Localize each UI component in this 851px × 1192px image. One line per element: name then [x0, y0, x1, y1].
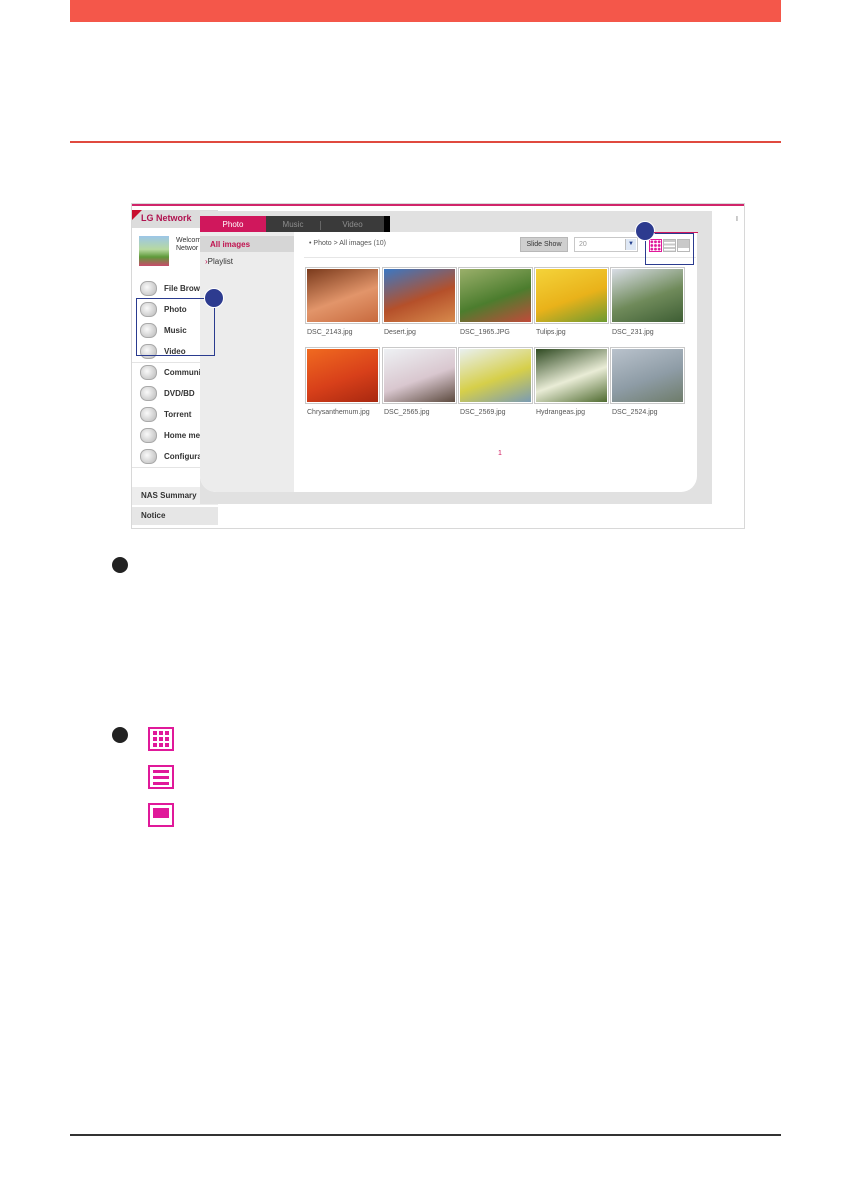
photo-caption: DSC_2565.jpg [384, 409, 430, 416]
photo-caption: DSC_1965.JPG [460, 329, 510, 336]
photo-image [384, 349, 455, 402]
bullet-1 [112, 557, 128, 573]
photo-caption: Chrysanthemum.jpg [307, 409, 370, 416]
title-rule [70, 141, 781, 143]
photo-image [536, 349, 607, 402]
photo-caption: Tulips.jpg [536, 329, 566, 336]
sidebar-item-all-images-label: All images [210, 240, 251, 249]
photo-thumbnail[interactable] [458, 347, 533, 404]
photo-caption: DSC_2143.jpg [307, 329, 353, 336]
callout-marker-2 [635, 221, 655, 241]
list-bar [153, 776, 169, 779]
grid-dot [159, 737, 163, 741]
grid-dot [165, 731, 169, 735]
nas-summary-label: NAS Summary [141, 491, 197, 500]
screenshot-top-line [132, 204, 744, 206]
single-view-symbol-wrap [148, 803, 174, 827]
photo-thumbnail[interactable] [534, 347, 609, 404]
grid-view-symbol [148, 727, 174, 751]
photo-caption: DSC_231.jpg [612, 329, 654, 336]
bullet-2 [112, 727, 128, 743]
photo-caption: DSC_2569.jpg [460, 409, 506, 416]
menu-item-label: Torrent [164, 410, 192, 419]
photo-image [460, 269, 531, 322]
sidebar-item-all-images[interactable]: All images [200, 236, 294, 252]
brand-logo-text: LG Network [141, 213, 192, 223]
play-disc-icon [140, 386, 157, 401]
page-number[interactable]: 1 [498, 450, 502, 457]
list-view-symbol [148, 765, 174, 789]
list-bar [153, 770, 169, 773]
content-divider [304, 257, 696, 258]
photo-image [536, 269, 607, 322]
photo-image [307, 349, 378, 402]
photo-image [460, 349, 531, 402]
gear-icon [140, 449, 157, 464]
grid-dot [153, 737, 157, 741]
chevron-down-icon: ▼ [625, 239, 636, 250]
slide-show-button[interactable]: Slide Show [520, 237, 568, 252]
thumbnail-view-icon [148, 727, 174, 751]
welcome-line-1: Welcom [176, 237, 202, 244]
per-page-value: 20 [579, 241, 587, 248]
callout-leader-line [654, 232, 698, 233]
folder-icon [140, 281, 157, 296]
webcam-icon [140, 428, 157, 443]
photo-image [384, 269, 455, 322]
grid-dot [153, 731, 157, 735]
community-icon [140, 365, 157, 380]
photo-caption: Desert.jpg [384, 329, 416, 336]
grid-dot [165, 743, 169, 747]
footer-rule [70, 1134, 781, 1136]
photo-panel: All images Playlist • Photo > All images… [200, 232, 697, 492]
menu-item-label: File Brow [164, 284, 201, 293]
grid-dot [159, 743, 163, 747]
callout-box-menu [136, 298, 215, 356]
right-edge-tag: I [736, 216, 738, 223]
photo-thumbnail[interactable] [305, 267, 380, 324]
welcome-line-2: Networ [176, 245, 199, 252]
list-bar [153, 782, 169, 785]
photo-thumbnail[interactable] [610, 347, 685, 404]
screenshot-frame: LG Network Welcom Networ File Brow Photo M… [131, 203, 745, 529]
grid-dot [165, 737, 169, 741]
user-avatar [139, 236, 169, 266]
menu-item-label: Home me [164, 431, 201, 440]
callout-marker-1 [204, 288, 224, 308]
photo-thumbnail[interactable] [382, 267, 457, 324]
photo-caption: DSC_2524.jpg [612, 409, 658, 416]
header-band [70, 0, 781, 22]
list-view-symbol-wrap [148, 765, 174, 789]
single-view-symbol [148, 803, 174, 827]
menu-item-label: Communi [164, 368, 201, 377]
menu-item-label: Configura [164, 452, 202, 461]
photo-image [307, 269, 378, 322]
sidebar-item-playlist[interactable]: Playlist [205, 257, 233, 266]
photo-thumbnail[interactable] [458, 267, 533, 324]
menu-item-label: DVD/BD [164, 389, 195, 398]
welcome-text: Welcom Networ [176, 237, 201, 253]
photo-image [612, 269, 683, 322]
photo-image [612, 349, 683, 402]
photo-thumbnail[interactable] [382, 347, 457, 404]
photo-thumbnail[interactable] [534, 267, 609, 324]
torrent-icon [140, 407, 157, 422]
photo-thumbnail[interactable] [610, 267, 685, 324]
grid-dot [153, 743, 157, 747]
breadcrumb: • Photo > All images (10) [309, 240, 386, 247]
photo-thumbnail[interactable] [305, 347, 380, 404]
notice-row[interactable]: Notice [132, 507, 218, 525]
breadcrumb-text: Photo > All images (10) [313, 240, 386, 247]
photo-sidebar: All images Playlist [200, 232, 294, 492]
single-view-block [153, 808, 169, 818]
per-page-select[interactable]: 20 ▼ [574, 237, 638, 252]
grid-dot [159, 731, 163, 735]
breadcrumb-bullet: • [309, 240, 312, 247]
notice-label: Notice [141, 511, 166, 520]
photo-caption: Hydrangeas.jpg [536, 409, 586, 416]
callout-box-view-modes [645, 233, 694, 265]
